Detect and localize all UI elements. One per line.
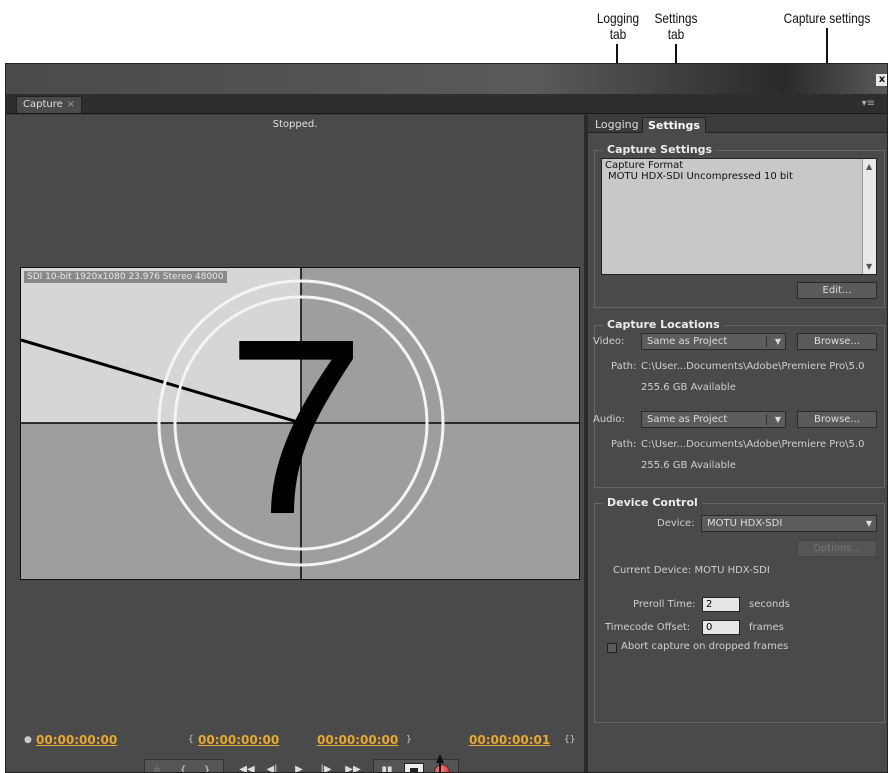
panel-menu-icon[interactable]: ▾≡ xyxy=(862,98,875,109)
capture-status: Stopped. xyxy=(272,119,318,130)
countdown-number: 7 xyxy=(226,287,365,566)
capture-window: x Capture × ▾≡ Stopped. 7 SDI 10-bit 1920… xyxy=(5,63,888,773)
panel-tabbar: Capture × ▾≡ xyxy=(6,94,887,114)
device-label: Device: xyxy=(657,518,695,529)
capture-format-list: Capture Format MOTU HDX-SDI Uncompressed… xyxy=(601,158,877,275)
capture-format-label: Capture Format xyxy=(605,160,684,171)
timecode-offset-label: Timecode Offset: xyxy=(605,622,691,633)
device-value: MOTU HDX-SDI xyxy=(707,518,783,529)
out-point-icon: } xyxy=(406,735,412,745)
record-button[interactable] xyxy=(434,764,450,772)
timecode-offset-unit: frames xyxy=(749,622,784,633)
video-location-value: Same as Project xyxy=(647,336,728,347)
callout-logging-tab: Logging tab xyxy=(596,10,640,42)
close-icon[interactable]: x xyxy=(876,74,887,86)
chevron-down-icon: ▼ xyxy=(865,519,872,528)
duration-timecode[interactable]: 00:00:00:01 xyxy=(469,733,550,747)
settings-tabbar: Logging Settings xyxy=(588,115,887,133)
capture-format-value: MOTU HDX-SDI Uncompressed 10 bit xyxy=(608,171,793,182)
preroll-label: Preroll Time: xyxy=(633,599,696,610)
callout-capture-settings: Capture settings xyxy=(783,10,871,26)
timecode-offset-input[interactable]: 0 xyxy=(702,620,740,635)
mark-in-icon[interactable]: { xyxy=(175,764,191,772)
out-point-timecode[interactable]: 00:00:00:00 xyxy=(317,733,398,747)
audio-available-space: 255.6 GB Available xyxy=(641,460,736,471)
video-location-dropdown[interactable]: Same as Project ▼ xyxy=(641,333,786,350)
capture-settings-group: Capture Settings Capture Format MOTU HDX… xyxy=(594,143,885,308)
audio-location-dropdown[interactable]: Same as Project ▼ xyxy=(641,411,786,428)
tab-close-icon[interactable]: × xyxy=(67,99,75,110)
capture-locations-title: Capture Locations xyxy=(603,318,724,331)
preroll-input[interactable]: 2 xyxy=(702,597,740,612)
window-titlebar: x xyxy=(6,64,887,94)
in-point-timecode[interactable]: 00:00:00:00 xyxy=(198,733,279,747)
video-format-info: SDI 10-bit 1920x1080 23.976 Stereo 48000 xyxy=(24,271,227,283)
tab-settings[interactable]: Settings xyxy=(642,117,706,133)
chevron-down-icon: ▼ xyxy=(774,415,781,424)
device-dropdown[interactable]: MOTU HDX-SDI ▼ xyxy=(701,515,877,532)
callout-settings-tab: Settings tab xyxy=(654,10,698,42)
pause-icon[interactable]: ▮▮ xyxy=(378,764,396,772)
video-path-label: Path: xyxy=(611,361,637,372)
video-path-value: C:\User...Documents\Adobe\Premiere Pro\5… xyxy=(641,361,865,372)
device-control-title: Device Control xyxy=(603,496,702,509)
audio-location-value: Same as Project xyxy=(647,414,728,425)
video-browse-button[interactable]: Browse... xyxy=(797,333,877,350)
device-control-group: Device Control Device: MOTU HDX-SDI ▼ Opt… xyxy=(594,496,885,723)
capture-controls: ▮▮ ◀ ▶ xyxy=(373,759,459,772)
tab-logging[interactable]: Logging xyxy=(590,117,644,133)
abort-dropped-frames-label: Abort capture on dropped frames xyxy=(621,641,789,652)
rewind-icon[interactable]: ◀◀ xyxy=(238,763,256,772)
audio-location-label: Audio: xyxy=(593,414,625,425)
fast-forward-icon[interactable]: ▶▶ xyxy=(344,763,362,772)
countdown-leader: 7 xyxy=(21,268,579,579)
callout-record-line xyxy=(439,762,441,773)
edit-button[interactable]: Edit... xyxy=(797,282,877,299)
video-preview: 7 SDI 10-bit 1920x1080 23.976 Stereo 480… xyxy=(20,267,580,580)
video-available-space: 255.6 GB Available xyxy=(641,382,736,393)
tab-capture[interactable]: Capture × xyxy=(16,96,83,113)
step-forward-icon[interactable]: |▶ xyxy=(317,763,335,772)
current-device: Current Device: MOTU HDX-SDI xyxy=(613,565,770,576)
scroll-up-icon[interactable]: ▲ xyxy=(866,161,872,172)
abort-dropped-frames-checkbox[interactable] xyxy=(607,643,617,653)
capture-monitor: Stopped. 7 SDI 10-bit 1920x1080 23.976 S… xyxy=(6,115,584,772)
in-out-controls: ≟ { } ≟ {← →} xyxy=(144,759,224,772)
audio-path-label: Path: xyxy=(611,439,637,450)
video-location-label: Video: xyxy=(593,336,625,347)
audio-path-value: C:\User...Documents\Adobe\Premiere Pro\5… xyxy=(641,439,865,450)
scroll-down-icon[interactable]: ▼ xyxy=(866,261,872,272)
step-back-icon[interactable]: ◀| xyxy=(263,763,281,772)
in-point-icon: { xyxy=(188,735,194,745)
set-in-icon[interactable]: ≟ xyxy=(149,764,165,772)
stop-button[interactable] xyxy=(404,763,424,772)
mark-out-icon[interactable]: } xyxy=(199,764,215,772)
current-timecode[interactable]: 00:00:00:00 xyxy=(36,733,117,747)
capture-format-scrollbar[interactable]: ▲ ▼ xyxy=(862,159,876,274)
capture-settings-title: Capture Settings xyxy=(603,143,717,156)
audio-browse-button[interactable]: Browse... xyxy=(797,411,877,428)
duration-icon: {} xyxy=(564,735,576,745)
current-time-icon: ● xyxy=(24,735,32,745)
play-icon[interactable]: ▶ xyxy=(290,763,308,772)
capture-locations-group: Capture Locations Video: Same as Project… xyxy=(593,318,885,488)
tab-capture-label: Capture xyxy=(23,99,63,110)
options-button[interactable]: Options... xyxy=(797,540,877,557)
preroll-unit: seconds xyxy=(749,599,790,610)
settings-panel: Logging Settings Capture Settings Captur… xyxy=(588,115,887,772)
chevron-down-icon: ▼ xyxy=(774,337,781,346)
